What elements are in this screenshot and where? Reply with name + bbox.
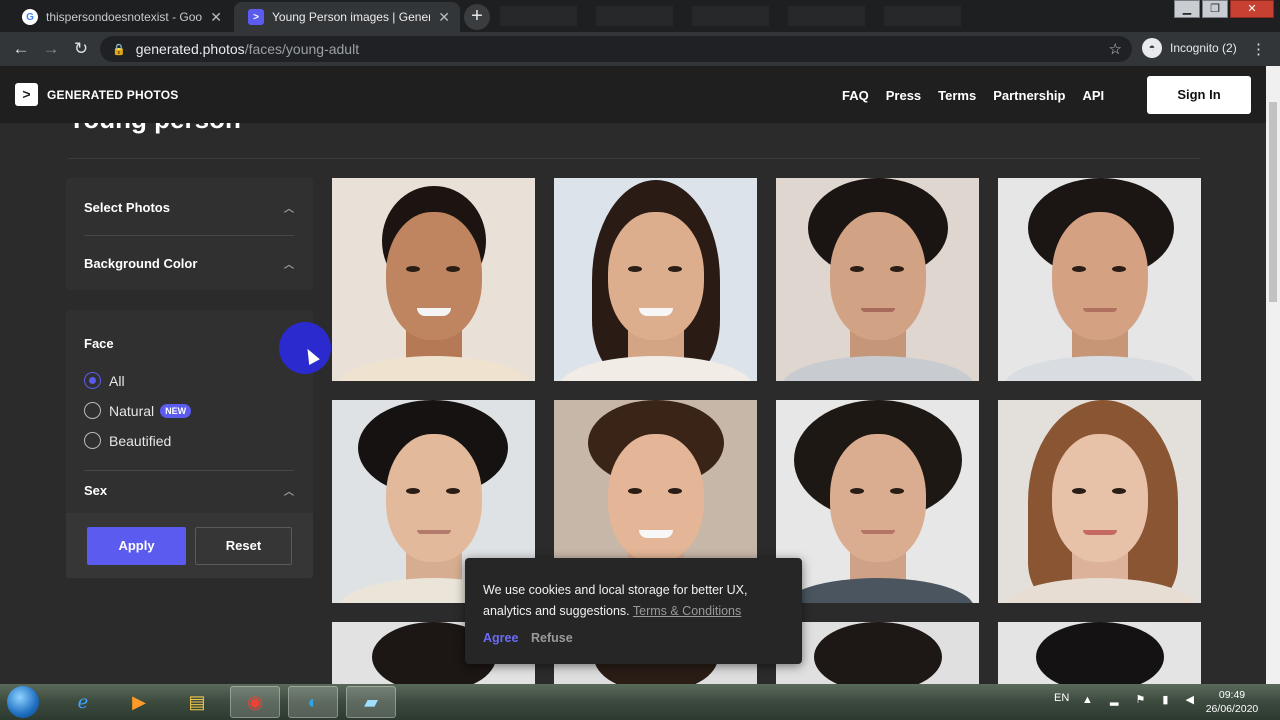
maximize-button[interactable]: ❐ xyxy=(1202,0,1228,18)
agree-button[interactable]: Agree xyxy=(483,631,518,645)
sex-section[interactable]: Sex ︿ xyxy=(84,483,294,498)
section-label: Sex xyxy=(84,483,108,498)
minimize-button[interactable]: ▁ xyxy=(1174,0,1200,18)
chrome-icon[interactable]: ◉ xyxy=(230,686,280,718)
file-explorer-icon[interactable]: ▤ xyxy=(172,686,222,718)
tab-title: thispersondoesnotexist - Google xyxy=(46,10,203,24)
apply-button[interactable]: Apply xyxy=(87,527,186,565)
reload-icon[interactable]: ↻ xyxy=(66,39,96,59)
section-label: Face xyxy=(84,336,114,351)
clock-date: 26/06/2020 xyxy=(1205,703,1259,715)
chevron-up-icon: ︿ xyxy=(284,260,294,271)
tray-icons[interactable]: ▲ ▂ ⚑ ▮ ◀ xyxy=(1082,693,1201,706)
url-path: /faces/young-adult xyxy=(244,41,360,57)
face-photo[interactable] xyxy=(554,178,757,381)
face-option-natural[interactable]: Natural NEW xyxy=(84,402,192,419)
radio-selected-icon xyxy=(84,372,101,389)
face-photo[interactable] xyxy=(776,622,979,684)
scrollbar-thumb[interactable] xyxy=(1269,102,1277,302)
reset-button[interactable]: Reset xyxy=(195,527,292,565)
site-header: > GENERATED PHOTOS FAQ Press Terms Partn… xyxy=(0,66,1266,123)
internet-explorer-icon[interactable]: ℯ xyxy=(58,686,108,718)
nav-partnership[interactable]: Partnership xyxy=(993,88,1065,103)
face-section[interactable]: Face xyxy=(84,336,294,351)
tab-google[interactable]: G thispersondoesnotexist - Google ✕ xyxy=(8,2,232,32)
radio-icon xyxy=(84,402,101,419)
face-photo[interactable] xyxy=(998,178,1201,381)
option-label: Beautified xyxy=(109,432,172,449)
clock-time: 09:49 xyxy=(1218,689,1246,701)
face-option-all[interactable]: All xyxy=(84,372,125,389)
refuse-button[interactable]: Refuse xyxy=(531,631,573,645)
lock-icon: 🔒 xyxy=(112,43,126,56)
option-label: All xyxy=(109,372,125,389)
close-tab-icon[interactable]: ✕ xyxy=(438,9,450,26)
cookie-banner: We use cookies and local storage for bet… xyxy=(465,558,802,664)
media-player-icon[interactable]: ▶ xyxy=(114,686,164,718)
face-photo[interactable] xyxy=(998,622,1201,684)
url-host: generated.photos xyxy=(135,41,245,57)
generated-photos-icon: > xyxy=(248,9,264,25)
forward-arrow-icon[interactable]: → xyxy=(36,39,66,59)
divider xyxy=(84,235,294,236)
filter-actions: Apply Reset xyxy=(66,513,313,578)
incognito-indicator[interactable]: ◓ Incognito (2) xyxy=(1142,38,1237,58)
window-controls: ▁ ❐ ✕ xyxy=(1172,0,1274,18)
nav-press[interactable]: Press xyxy=(886,88,921,103)
background-tabs xyxy=(500,6,1140,26)
filter-panel-top: Select Photos ︿ Background Color ︿ xyxy=(66,178,313,290)
face-photo[interactable] xyxy=(776,178,979,381)
cursor-highlight xyxy=(279,322,331,374)
close-window-button[interactable]: ✕ xyxy=(1230,0,1274,18)
face-photo[interactable] xyxy=(332,178,535,381)
new-badge: NEW xyxy=(160,403,192,418)
nav-faq[interactable]: FAQ xyxy=(842,88,869,103)
browser-toolbar: ← → ↻ 🔒 generated.photos /faces/young-ad… xyxy=(0,32,1280,66)
face-option-beautified[interactable]: Beautified xyxy=(84,432,171,449)
close-tab-icon[interactable]: ✕ xyxy=(210,9,222,26)
page-scrollbar[interactable] xyxy=(1266,66,1280,684)
tab-title: Young Person images | Generate xyxy=(272,10,431,24)
address-bar[interactable]: 🔒 generated.photos /faces/young-adult ☆ xyxy=(100,36,1132,62)
background-color-section[interactable]: Background Color ︿ xyxy=(84,256,294,271)
app-window-icon[interactable]: ▰ xyxy=(346,686,396,718)
browser-tab-strip: G thispersondoesnotexist - Google ✕ > Yo… xyxy=(0,0,1280,32)
option-label: Natural xyxy=(109,402,155,419)
nav-api[interactable]: API xyxy=(1082,88,1104,103)
section-label: Select Photos xyxy=(84,200,170,215)
chevron-up-icon: ︿ xyxy=(284,487,294,498)
divider xyxy=(84,470,294,471)
tab-generated-photos[interactable]: > Young Person images | Generate ✕ xyxy=(234,2,460,32)
start-button-icon[interactable] xyxy=(7,686,39,718)
main-nav: FAQ Press Terms Partnership API xyxy=(842,88,1121,103)
new-tab-button[interactable]: + xyxy=(464,4,490,30)
language-indicator[interactable]: EN xyxy=(1054,692,1069,704)
taskbar: ℯ ▶ ▤ ◉ ◐ ▰ EN ▲ ▂ ⚑ ▮ ◀ 09:49 26/06/202… xyxy=(0,684,1280,720)
cookie-message: We use cookies and local storage for bet… xyxy=(483,580,783,622)
bookmark-star-icon[interactable]: ☆ xyxy=(1109,40,1122,58)
menu-kebab-icon[interactable]: ⋮ xyxy=(1251,40,1266,58)
back-arrow-icon[interactable]: ← xyxy=(6,39,36,59)
face-photo[interactable] xyxy=(776,400,979,603)
incognito-label: Incognito (2) xyxy=(1170,41,1237,55)
terms-link[interactable]: Terms & Conditions xyxy=(633,604,741,618)
face-photo[interactable] xyxy=(998,400,1201,603)
chevron-up-icon: ︿ xyxy=(284,204,294,215)
google-icon: G xyxy=(22,9,38,25)
radio-icon xyxy=(84,432,101,449)
nav-terms[interactable]: Terms xyxy=(938,88,976,103)
section-label: Background Color xyxy=(84,256,198,271)
system-clock[interactable]: 09:49 26/06/2020 xyxy=(1200,688,1264,716)
select-photos-section[interactable]: Select Photos ︿ xyxy=(84,200,294,215)
incognito-icon: ◓ xyxy=(1142,38,1162,58)
site-logo[interactable]: > GENERATED PHOTOS xyxy=(15,83,178,106)
filter-panel-face: Face All Natural NEW Beautified Sex ︿ Ap… xyxy=(66,310,313,578)
heading-divider xyxy=(68,158,1200,159)
sign-in-button[interactable]: Sign In xyxy=(1147,76,1251,114)
edge-icon[interactable]: ◐ xyxy=(288,686,338,718)
logo-mark-icon: > xyxy=(15,83,38,106)
logo-text: GENERATED PHOTOS xyxy=(47,87,179,102)
